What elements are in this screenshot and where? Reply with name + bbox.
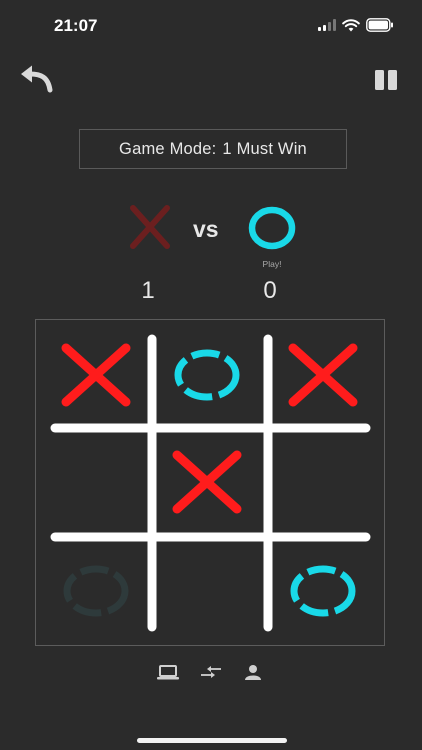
pause-button[interactable] (372, 64, 402, 96)
game-board (35, 319, 385, 646)
score-o: 0 (263, 277, 277, 304)
battery-icon (366, 18, 393, 32)
board-cell[interactable] (273, 330, 373, 420)
board-cell[interactable] (273, 437, 373, 527)
x-mark-icon (172, 450, 242, 514)
board-cell[interactable] (157, 546, 257, 636)
computer-icon[interactable] (156, 662, 180, 684)
wifi-icon (342, 18, 360, 31)
o-mark-icon (174, 349, 240, 401)
pause-icon (375, 70, 397, 90)
person-icon[interactable] (243, 662, 263, 684)
undo-button[interactable] (18, 64, 54, 96)
score-x: 1 (141, 277, 155, 304)
status-icons (318, 18, 394, 32)
game-mode-label: Game Mode: (119, 139, 217, 158)
vs-label: vs (193, 216, 219, 242)
x-mark-icon (288, 343, 358, 407)
game-mode-value: 1 Must Win (222, 139, 307, 158)
signal-icon (318, 19, 336, 31)
board-cell[interactable] (46, 437, 146, 527)
board-cell[interactable] (46, 330, 146, 420)
o-mark-icon (290, 565, 356, 617)
swap-icon[interactable] (199, 662, 223, 684)
status-bar: 21:07 (0, 0, 422, 50)
undo-arrow-icon (21, 65, 53, 93)
board-cell[interactable] (46, 546, 146, 636)
x-mark-icon (61, 343, 131, 407)
o-mark-faded-icon (63, 565, 129, 617)
board-cell[interactable] (157, 330, 257, 420)
turn-label: Play! (262, 259, 282, 269)
player-x-icon (130, 205, 170, 249)
board-cell[interactable] (273, 546, 373, 636)
home-indicator[interactable] (137, 738, 287, 743)
status-time: 21:07 (54, 16, 98, 35)
board-cell[interactable] (157, 437, 257, 527)
bottom-bar (0, 662, 422, 684)
game-mode-box[interactable]: Game Mode: 1 Must Win (79, 129, 347, 169)
player-o-icon (248, 206, 296, 250)
